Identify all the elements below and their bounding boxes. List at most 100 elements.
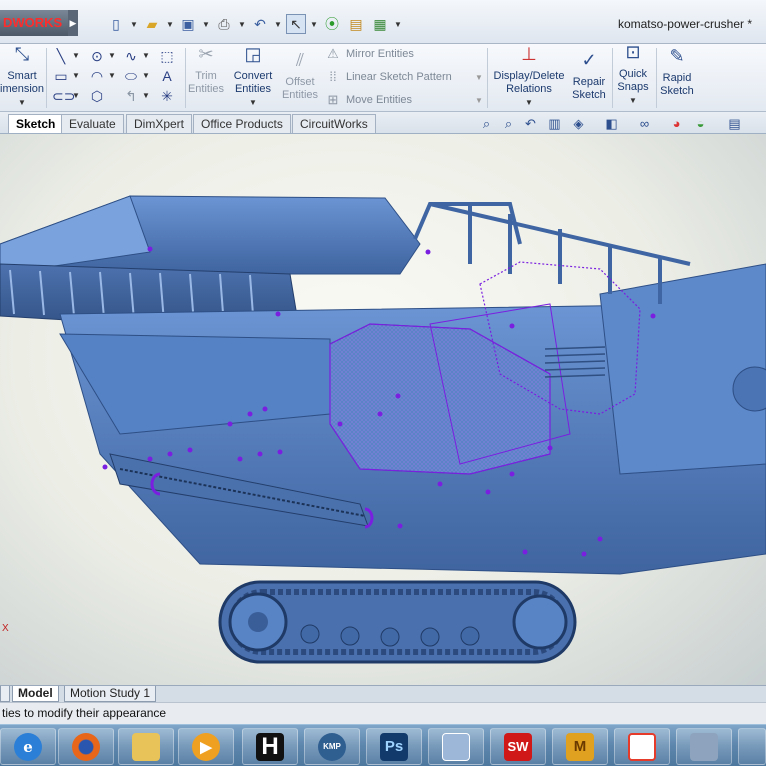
construction-geometry-icon[interactable]: ⬚ — [158, 47, 176, 65]
chevron-down-icon[interactable]: ▼ — [108, 67, 116, 85]
circle-icon[interactable]: ⊙ — [88, 47, 106, 65]
chevron-down-icon[interactable]: ▼ — [202, 14, 210, 34]
text-icon[interactable]: A — [158, 67, 176, 85]
scroll-left-arrow-icon[interactable] — [0, 686, 10, 702]
quick-snaps-button[interactable]: ⊡ Quick Snaps ▼ — [612, 42, 654, 107]
graphics-area[interactable]: X — [0, 134, 766, 685]
taskbar-internet-explorer[interactable]: e — [0, 728, 56, 765]
move-entities-button[interactable]: ⊞ Move Entities — [325, 92, 412, 108]
smart-dimension-button[interactable]: ⤡ Smart imension ▼ — [0, 45, 44, 109]
taskbar-kmplayer[interactable]: KMP — [304, 728, 360, 765]
ribbon-separator — [487, 48, 488, 108]
chevron-down-icon[interactable]: ▼ — [394, 14, 402, 34]
view-orientation-icon[interactable]: ◈ — [570, 115, 587, 132]
chevron-down-icon[interactable]: ▼ — [612, 94, 654, 107]
taskbar-overflow[interactable] — [738, 728, 766, 765]
taskbar-media-player[interactable]: ▶ — [178, 728, 234, 765]
apply-scene-icon[interactable]: ◒ — [692, 115, 709, 132]
linear-sketch-pattern-button[interactable]: ⁞⁞ Linear Sketch Pattern — [325, 69, 451, 84]
display-style-icon[interactable]: ◧ — [603, 115, 620, 132]
solidworks-logo[interactable]: DWORKS — [0, 10, 68, 36]
fillet-icon[interactable]: ↰ — [122, 87, 140, 105]
chevron-down-icon[interactable]: ▼ — [166, 14, 174, 34]
move-label: Move Entities — [346, 94, 413, 106]
tab-evaluate[interactable]: Evaluate — [61, 114, 124, 133]
zoom-to-area-icon[interactable]: ⌕ — [500, 115, 517, 132]
section-view-icon[interactable]: ▥ — [546, 115, 563, 132]
print-icon[interactable]: ⎙ — [214, 14, 234, 34]
chevron-down-icon[interactable]: ▼ — [108, 47, 116, 65]
tab-motion-study-1[interactable]: Motion Study 1 — [64, 686, 157, 702]
line-icon[interactable]: ╲ — [52, 47, 70, 65]
zoom-to-fit-icon[interactable]: ⌕ — [478, 115, 495, 132]
previous-view-icon[interactable]: ↶ — [522, 115, 539, 132]
new-document-icon[interactable]: ▯ — [106, 14, 126, 34]
spline-icon[interactable]: ∿ — [122, 47, 140, 65]
tab-sketch[interactable]: Sketch — [8, 114, 64, 133]
chevron-down-icon[interactable]: ▼ — [0, 96, 44, 109]
slot-icon[interactable]: ⊂⊃ — [52, 87, 75, 105]
taskbar-h-app[interactable]: H — [242, 728, 298, 765]
undo-icon[interactable]: ↶ — [250, 14, 270, 34]
chevron-down-icon[interactable]: ▼ — [142, 87, 150, 105]
save-icon[interactable]: ▣ — [178, 14, 198, 34]
taskbar-photoshop[interactable]: Ps — [366, 728, 422, 765]
mirror-entities-button[interactable]: ⚠ Mirror Entities — [325, 46, 414, 62]
chevron-down-icon[interactable]: ▼ — [72, 87, 80, 105]
command-manager-tabs: Sketch Evaluate DimXpert Office Products… — [0, 112, 766, 134]
offset-entities-button[interactable]: ⫽ Offset Entities — [278, 51, 322, 102]
title-bar: DWORKS ▶ ▯ ▼ ▰ ▼ ▣ ▼ ⎙ ▼ ↶ ▼ ↖ ▼ ⦿ ▤ ▦ ▼ komats… — [0, 0, 766, 44]
options-icon[interactable]: ▦ — [370, 14, 390, 34]
rapid-sketch-button[interactable]: ✎ Rapid Sketch — [656, 47, 698, 98]
ellipse-icon[interactable]: ⬭ — [122, 67, 140, 85]
tab-office-products[interactable]: Office Products — [193, 114, 291, 133]
chevron-down-icon[interactable]: ▼ — [475, 92, 483, 110]
chevron-down-icon[interactable]: ▼ — [142, 47, 150, 65]
select-arrow-icon[interactable]: ↖ — [286, 14, 306, 34]
taskbar-solidworks[interactable]: SW — [490, 728, 546, 765]
rapid-sketch-label-2: Sketch — [660, 85, 694, 97]
hide-show-items-icon[interactable]: ∞ — [636, 115, 653, 132]
trim-entities-button[interactable]: ✂ Trim Entities — [184, 45, 228, 96]
quick-snaps-icon: ⊡ — [625, 42, 641, 62]
chevron-down-icon[interactable]: ▼ — [142, 67, 150, 85]
rectangle-icon[interactable]: ▭ — [52, 67, 70, 85]
taskbar-acrobat[interactable] — [614, 728, 670, 765]
edit-appearance-icon[interactable]: ◕ — [668, 115, 685, 132]
arc-icon[interactable]: ◠ — [88, 67, 106, 85]
polygon-icon[interactable]: ⬡ — [88, 87, 106, 105]
drafting-icon — [690, 732, 718, 761]
chevron-down-icon[interactable]: ▼ — [274, 14, 282, 34]
tab-dimxpert[interactable]: DimXpert — [126, 114, 193, 133]
chevron-down-icon[interactable]: ▼ — [475, 69, 483, 87]
taskbar-firefox[interactable] — [58, 728, 114, 765]
display-delete-relations-button[interactable]: ⊥ Display/Delete Relations ▼ — [490, 45, 568, 109]
file-properties-icon[interactable]: ▤ — [346, 14, 366, 34]
repair-sketch-button[interactable]: ✓ Repair Sketch — [568, 51, 610, 102]
offset-label-1: Offset — [285, 76, 315, 88]
taskbar-file-explorer[interactable] — [118, 728, 174, 765]
menu-expand-arrow-icon[interactable]: ▶ — [68, 10, 78, 36]
chevron-down-icon[interactable]: ▼ — [72, 67, 80, 85]
triad-x-label: X — [2, 623, 9, 634]
tab-circuitworks[interactable]: CircuitWorks — [292, 114, 376, 133]
open-folder-icon[interactable]: ▰ — [142, 14, 162, 34]
chevron-down-icon[interactable]: ▼ — [238, 14, 246, 34]
media-player-icon: ▶ — [192, 732, 220, 761]
convert-entities-button[interactable]: ◲ Convert Entities ▼ — [230, 45, 276, 109]
file-explorer-icon — [132, 732, 160, 761]
chevron-down-icon[interactable]: ▼ — [310, 14, 318, 34]
rebuild-traffic-light-icon[interactable]: ⦿ — [322, 14, 342, 34]
taskbar-document-viewer[interactable] — [428, 728, 484, 765]
internet-explorer-icon: e — [14, 732, 42, 761]
view-settings-icon[interactable]: ▤ — [726, 115, 743, 132]
point-icon[interactable]: ✳ — [158, 87, 176, 105]
taskbar-drafting[interactable] — [676, 728, 732, 765]
chevron-down-icon[interactable]: ▼ — [490, 96, 568, 109]
crusher-model-render: X — [0, 195, 766, 664]
chevron-down-icon[interactable]: ▼ — [130, 14, 138, 34]
taskbar-autodesk[interactable]: M — [552, 728, 608, 765]
tab-model[interactable]: Model — [12, 686, 59, 702]
chevron-down-icon[interactable]: ▼ — [72, 47, 80, 65]
chevron-down-icon[interactable]: ▼ — [230, 96, 276, 109]
